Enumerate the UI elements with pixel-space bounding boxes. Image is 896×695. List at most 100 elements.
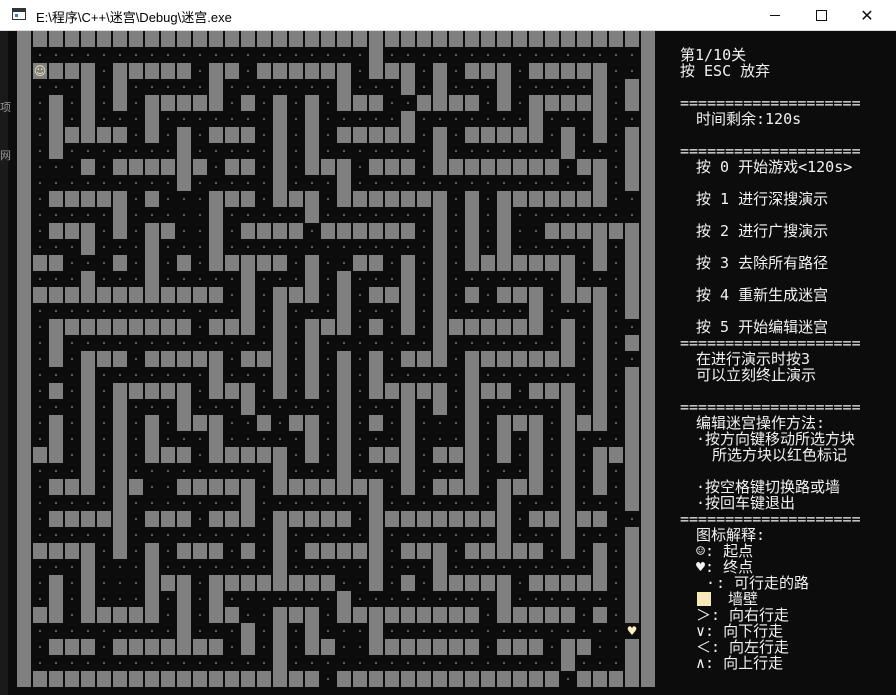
maze-wall <box>193 479 207 495</box>
maze-path-dot <box>551 342 553 344</box>
maze-wall <box>241 543 255 559</box>
maze-path-dot <box>471 54 473 56</box>
maze-wall <box>65 223 79 239</box>
maze-path-dot <box>39 406 41 408</box>
maze-path-dot <box>279 246 281 248</box>
maze-path-dot <box>391 662 393 664</box>
maze-path-dot <box>615 326 617 328</box>
maze-wall <box>17 239 31 255</box>
maze-path-dot <box>375 310 377 312</box>
maze-wall <box>481 351 495 367</box>
maze-wall <box>449 159 463 175</box>
maze-wall <box>433 319 447 335</box>
maze-path-dot <box>183 246 185 248</box>
maze-wall <box>337 191 351 207</box>
maze-wall <box>305 111 319 127</box>
maze-wall <box>257 31 271 47</box>
maze-wall <box>577 287 591 303</box>
minimize-button[interactable] <box>752 0 798 31</box>
maze-path-dot <box>135 502 137 504</box>
maze-wall <box>433 543 447 559</box>
maze-wall <box>401 607 415 623</box>
maze-path-dot <box>423 422 425 424</box>
maze-wall <box>625 559 639 575</box>
maze-path-dot <box>327 502 329 504</box>
close-button[interactable]: ✕ <box>844 0 890 31</box>
maze-wall <box>225 511 239 527</box>
maze-path-dot <box>199 214 201 216</box>
maze-path-dot <box>199 134 201 136</box>
maze-wall <box>81 191 95 207</box>
maze-path-dot <box>439 598 441 600</box>
maze-path-dot <box>55 534 57 536</box>
maze-wall <box>17 143 31 159</box>
maze-path-dot <box>471 150 473 152</box>
maze-path-dot <box>439 54 441 56</box>
maze-wall <box>305 319 319 335</box>
maze-wall <box>337 431 351 447</box>
maze-wall <box>561 31 575 47</box>
maze-wall <box>273 191 287 207</box>
maze-wall <box>497 207 511 223</box>
maze-path-dot <box>631 326 633 328</box>
maze-path-dot <box>39 166 41 168</box>
maze-path-dot <box>519 662 521 664</box>
maze-wall <box>497 575 511 591</box>
maze-wall <box>225 607 239 623</box>
maze-path-dot <box>71 310 73 312</box>
maximize-button[interactable] <box>798 0 844 31</box>
maze-path-dot <box>103 486 105 488</box>
maze-path-dot <box>151 86 153 88</box>
maze-path-dot <box>71 502 73 504</box>
maze-grid[interactable]: ☺♥ <box>8 31 656 695</box>
maze-wall <box>177 543 191 559</box>
maze-path-dot <box>519 534 521 536</box>
maze-wall <box>241 255 255 271</box>
maze-wall <box>289 415 303 431</box>
maze-path-dot <box>519 470 521 472</box>
maze-path-dot <box>199 598 201 600</box>
maze-path-dot <box>327 278 329 280</box>
maze-wall <box>161 287 175 303</box>
maze-path-dot <box>263 118 265 120</box>
maze-path-dot <box>151 182 153 184</box>
maze-wall <box>289 287 303 303</box>
maze-wall <box>305 127 319 143</box>
maze-wall <box>81 591 95 607</box>
window-titlebar[interactable]: E:\程序\C++\迷宫\Debug\迷宫.exe ✕ <box>0 0 896 31</box>
maze-path-dot <box>295 342 297 344</box>
maze-path-dot <box>471 86 473 88</box>
maze-path-dot <box>87 662 89 664</box>
maze-wall <box>497 127 511 143</box>
maze-wall <box>529 31 543 47</box>
maze-path-dot <box>135 310 137 312</box>
maze-wall <box>161 351 175 367</box>
maze-path-dot <box>519 438 521 440</box>
maze-path-dot <box>487 486 489 488</box>
maze-wall <box>209 367 223 383</box>
maze-path-dot <box>39 502 41 504</box>
maze-wall <box>17 63 31 79</box>
maze-path-dot <box>423 182 425 184</box>
maze-wall <box>145 95 159 111</box>
maze-wall <box>145 591 159 607</box>
maze-wall <box>81 511 95 527</box>
maze-path-dot <box>247 534 249 536</box>
maze-wall <box>33 255 47 271</box>
maze-path-dot <box>327 262 329 264</box>
maze-path-dot <box>567 246 569 248</box>
maze-wall <box>577 95 591 111</box>
maze-wall <box>401 319 415 335</box>
maze-wall <box>225 63 239 79</box>
maze-wall <box>81 319 95 335</box>
maze-path-dot <box>487 630 489 632</box>
maze-path-dot <box>503 662 505 664</box>
maze-wall <box>529 463 543 479</box>
maze-path-dot <box>215 310 217 312</box>
maze-path-dot <box>327 214 329 216</box>
maze-path-dot <box>615 262 617 264</box>
maze-path-dot <box>135 342 137 344</box>
maze-path-dot <box>583 326 585 328</box>
maze-path-dot <box>583 342 585 344</box>
maze-path-dot <box>487 86 489 88</box>
